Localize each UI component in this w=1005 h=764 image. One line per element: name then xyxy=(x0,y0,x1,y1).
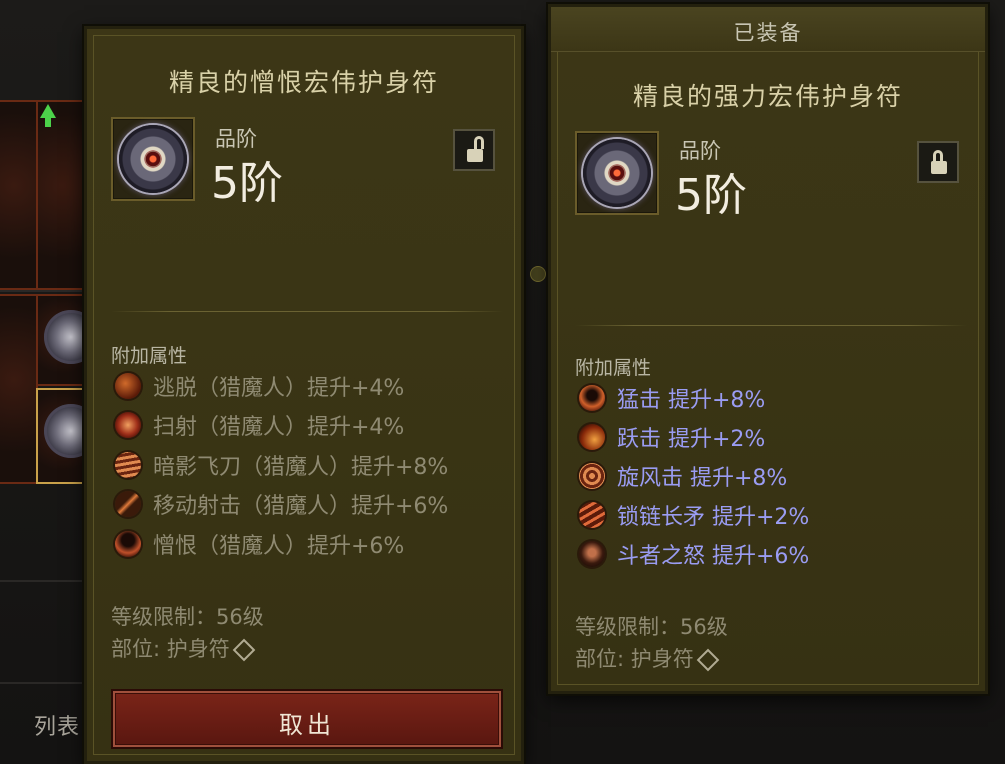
attribute-row: 憎恨（猎魔人）提升+6% xyxy=(115,529,404,559)
slot-info: 部位: 护身符 xyxy=(111,633,256,663)
attribute-text: 移动射击（猎魔人）提升+6% xyxy=(153,494,449,519)
attribute-text: 逃脱（猎魔人）提升+4% xyxy=(153,376,405,401)
inventory-slot[interactable] xyxy=(36,100,88,290)
amulet-icon xyxy=(119,125,187,193)
slot-info: 部位: 护身符 xyxy=(575,643,720,673)
attribute-text: 斗者之怒 提升+6% xyxy=(617,544,810,569)
attribute-row: 斗者之怒 提升+6% xyxy=(579,539,809,569)
attribute-row: 跃击 提升+2% xyxy=(579,422,765,452)
amulet-slot-icon xyxy=(232,638,256,662)
leap-skill-icon xyxy=(579,424,605,450)
inventory-slot[interactable] xyxy=(0,294,38,484)
moving-shot-skill-icon xyxy=(115,491,141,517)
attribute-text: 旋风击 提升+8% xyxy=(617,466,788,491)
item-icon-frame xyxy=(575,131,659,215)
attribute-row: 旋风击 提升+8% xyxy=(579,461,787,491)
attribute-text: 跃击 提升+2% xyxy=(617,427,766,452)
grade-value: 5阶 xyxy=(211,158,283,209)
slot-text: 部位: 护身符 xyxy=(575,647,694,671)
take-out-label: 取出 xyxy=(279,711,335,739)
section-title: 附加属性 xyxy=(111,345,188,367)
upgrade-arrow-icon xyxy=(45,117,51,127)
inventory-slot-amulet[interactable] xyxy=(36,294,98,386)
slot-text: 部位: 护身符 xyxy=(111,637,230,661)
lock-toggle-button[interactable] xyxy=(917,141,959,183)
wrath-skill-icon xyxy=(579,541,605,567)
level-requirement: 等级限制：56级 xyxy=(575,615,728,639)
inventory-slot[interactable] xyxy=(0,100,38,290)
attribute-row: 锁链长矛 提升+2% xyxy=(579,500,809,530)
attribute-row: 猛击 提升+8% xyxy=(579,383,765,413)
upgrade-arrow-icon xyxy=(40,104,56,118)
item-name: 精良的强力宏伟护身符 xyxy=(632,82,903,111)
inventory-slot-amulet-selected[interactable] xyxy=(36,388,98,484)
grid-divider xyxy=(0,682,90,684)
list-label[interactable]: 列表 xyxy=(34,709,80,741)
attribute-text: 扫射（猎魔人）提升+4% xyxy=(153,415,405,440)
hatred-skill-icon xyxy=(115,531,141,557)
attribute-row: 扫射（猎魔人）提升+4% xyxy=(115,410,404,440)
unlock-icon-body xyxy=(467,149,483,162)
lock-icon-body xyxy=(931,161,947,174)
lock-toggle-button[interactable] xyxy=(453,129,495,171)
escape-skill-icon xyxy=(115,373,141,399)
take-out-button[interactable]: 取出 xyxy=(113,691,501,747)
attribute-text: 憎恨（猎魔人）提升+6% xyxy=(153,534,405,559)
item-icon-frame xyxy=(111,117,195,201)
attribute-row: 暗影飞刀（猎魔人）提升+8% xyxy=(115,450,448,480)
item-tooltip-equipped: 已装备 精良的强力宏伟护身符 品阶 5阶 附加属性 猛击 提升+8% 跃击 提升… xyxy=(548,4,988,694)
item-tooltip-selected: 精良的憎恨宏伟护身符 品阶 5阶 附加属性 逃脱（猎魔人）提升+4% 扫射（猎魔… xyxy=(84,26,524,764)
attribute-text: 暗影飞刀（猎魔人）提升+8% xyxy=(153,455,449,480)
attribute-row: 逃脱（猎魔人）提升+4% xyxy=(115,371,404,401)
equipped-label: 已装备 xyxy=(733,21,803,45)
bash-skill-icon xyxy=(579,385,605,411)
grid-divider xyxy=(0,290,90,292)
strafe-skill-icon xyxy=(115,412,141,438)
amulet-icon xyxy=(583,139,651,207)
grid-divider xyxy=(0,580,90,582)
divider xyxy=(111,311,503,312)
divider xyxy=(575,325,967,326)
chain-spear-skill-icon xyxy=(579,502,605,528)
grade-value: 5阶 xyxy=(675,170,747,221)
unlock-icon xyxy=(474,136,484,149)
level-requirement: 等级限制：56级 xyxy=(111,605,264,629)
attribute-text: 锁链长矛 提升+2% xyxy=(617,505,810,530)
section-title: 附加属性 xyxy=(575,357,652,379)
shadow-knife-skill-icon xyxy=(115,452,141,478)
attribute-row: 移动射击（猎魔人）提升+6% xyxy=(115,489,448,519)
item-name: 精良的憎恨宏伟护身符 xyxy=(168,68,439,97)
whirlwind-skill-icon xyxy=(579,463,605,489)
amulet-slot-icon xyxy=(696,648,720,672)
attribute-text: 猛击 提升+8% xyxy=(617,388,766,413)
compare-connector-icon xyxy=(530,266,546,282)
equipped-header: 已装备 xyxy=(551,7,985,52)
